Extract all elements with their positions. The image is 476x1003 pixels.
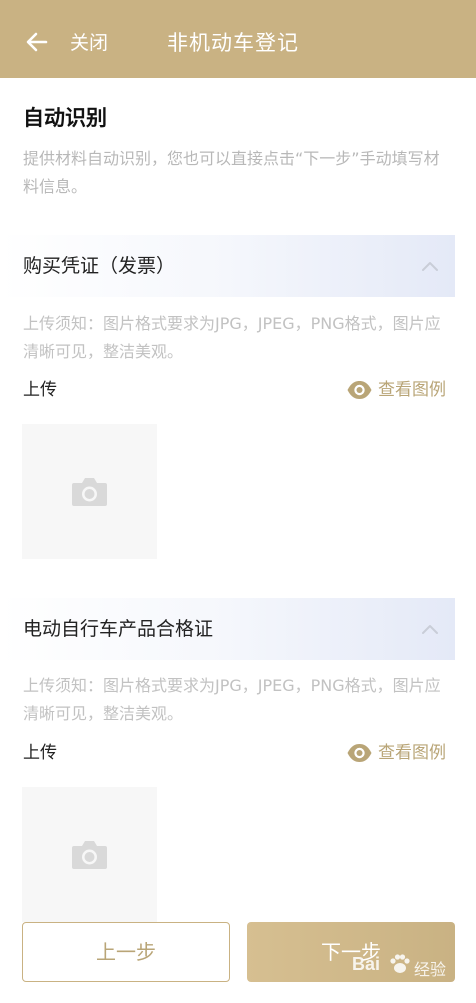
paw-icon — [390, 954, 410, 973]
purchase-receipt-notice: 上传须知：图片格式要求为JPG，JPEG，PNG格式，图片应清晰可见，整洁美观。 — [23, 314, 441, 361]
page-title: 非机动车登记 — [167, 31, 299, 55]
product-certificate-title: 电动自行车产品合格证 — [23, 618, 214, 640]
eye-icon — [347, 744, 372, 762]
camera-icon — [72, 478, 107, 506]
product-certificate-header[interactable]: 电动自行车产品合格证 — [0, 598, 455, 660]
prev-step-label: 上一步 — [96, 940, 156, 964]
purchase-receipt-upload-box[interactable] — [22, 424, 157, 559]
arrow-left-icon[interactable] — [25, 30, 49, 54]
purchase-receipt-upload-label: 上传 — [23, 380, 57, 400]
chevron-up-icon[interactable] — [420, 620, 440, 640]
auto-recognition-title: 自动识别 — [23, 106, 107, 130]
close-button[interactable]: 关闭 — [70, 31, 108, 55]
purchase-receipt-title: 购买凭证（发票） — [23, 255, 176, 277]
prev-step-button[interactable]: 上一步 — [22, 922, 230, 982]
purchase-receipt-header[interactable]: 购买凭证（发票） — [0, 235, 455, 297]
watermark-suffix: 经验 — [414, 960, 447, 979]
product-certificate-upload-label: 上传 — [23, 743, 57, 763]
watermark-brand: Bai — [352, 954, 381, 974]
auto-recognition-description: 提供材料自动识别，您也可以直接点击“下一步”手动填写材料信息。 — [23, 149, 440, 196]
product-certificate-upload-box[interactable] — [22, 787, 157, 922]
eye-icon — [347, 381, 372, 399]
view-example-label: 查看图例 — [378, 743, 446, 763]
chevron-up-icon[interactable] — [420, 257, 440, 277]
app-header: 关闭 非机动车登记 — [0, 0, 476, 78]
baidu-jingyan-watermark: Bai 经验 — [352, 948, 457, 984]
camera-icon — [72, 841, 107, 869]
view-example-label: 查看图例 — [378, 380, 446, 400]
product-certificate-notice: 上传须知：图片格式要求为JPG，JPEG，PNG格式，图片应清晰可见，整洁美观。 — [23, 676, 441, 723]
